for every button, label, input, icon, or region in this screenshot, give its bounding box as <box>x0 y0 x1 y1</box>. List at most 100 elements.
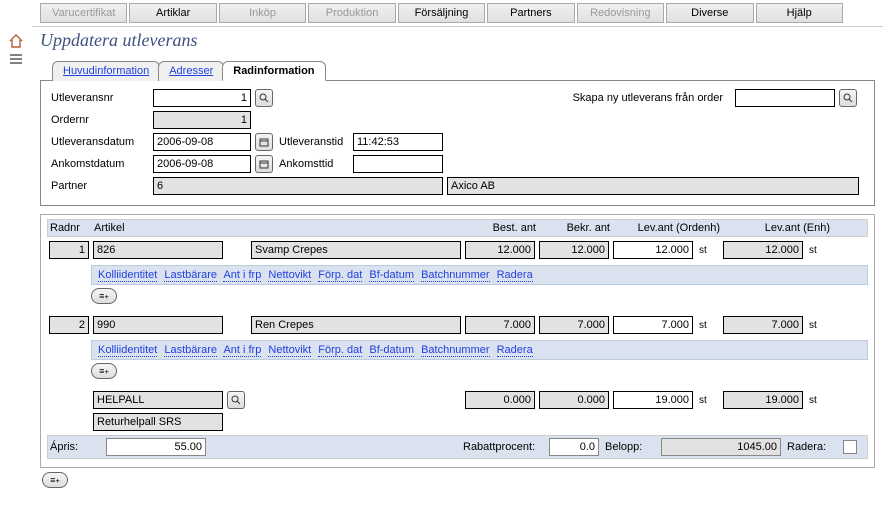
best-ant <box>465 391 535 409</box>
levant-ordenh[interactable] <box>613 391 693 409</box>
col-best-ant: Best. ant <box>466 222 536 234</box>
link-batchnummer[interactable]: Batchnummer <box>421 269 489 282</box>
link-nettovikt[interactable]: Nettovikt <box>268 269 311 282</box>
utleveranstid-label: Utleveranstid <box>279 136 349 148</box>
skapa-lookup-icon[interactable] <box>839 89 857 107</box>
link-radera[interactable]: Radera <box>497 344 533 357</box>
tab-radinformation[interactable]: Radinformation <box>222 61 325 81</box>
link-ant-i-frp[interactable]: Ant i frp <box>223 269 261 282</box>
link-forp-dat[interactable]: Förp. dat <box>318 344 362 357</box>
col-radnr: Radnr <box>50 222 90 234</box>
bekr-ant <box>539 391 609 409</box>
list-icon[interactable] <box>8 52 24 66</box>
utleveransdatum-input[interactable] <box>153 133 251 151</box>
ankomstdatum-label: Ankomstdatum <box>51 158 149 170</box>
tab-artiklar[interactable]: Artiklar <box>129 3 216 23</box>
tab-produktion: Produktion <box>308 3 395 23</box>
expand-row-button[interactable]: ≡+ <box>91 288 117 304</box>
tab-varucertifikat: Varucertifikat <box>40 3 127 23</box>
artikel-id <box>93 391 223 409</box>
sub-links-row: Kolliidentitet Lastbärare Ant i frp Nett… <box>91 265 868 285</box>
belopp-input <box>661 438 781 456</box>
partner-label: Partner <box>51 180 149 192</box>
rabatt-label: Rabattprocent: <box>463 441 543 453</box>
tab-huvudinformation[interactable]: Huvudinformation <box>52 61 160 81</box>
ordernr-input <box>153 111 251 129</box>
tab-hjalp[interactable]: Hjälp <box>756 3 843 23</box>
tab-adresser[interactable]: Adresser <box>158 61 224 81</box>
levant-enh <box>723 241 803 259</box>
levant-enh <box>723 391 803 409</box>
ankomstdatum-input[interactable] <box>153 155 251 173</box>
utleveransnr-lookup-icon[interactable] <box>255 89 273 107</box>
link-nettovikt[interactable]: Nettovikt <box>268 344 311 357</box>
link-forp-dat[interactable]: Förp. dat <box>318 269 362 282</box>
artikel-lookup-icon[interactable] <box>227 391 245 409</box>
ordernr-label: Ordernr <box>51 114 149 126</box>
radnr-value <box>49 316 89 334</box>
table-row <box>47 413 868 435</box>
lines-panel: Radnr Artikel Best. ant Bekr. ant Lev.an… <box>40 214 875 468</box>
utleveransdatum-label: Utleveransdatum <box>51 136 149 148</box>
skapa-order-input[interactable] <box>735 89 835 107</box>
levant-enh <box>723 316 803 334</box>
top-tab-bar: Varucertifikat Artiklar Inköp Produktion… <box>0 0 883 27</box>
unit-label: st <box>807 245 829 256</box>
unit-label: st <box>697 395 719 406</box>
apris-input[interactable] <box>106 438 206 456</box>
link-lastbarare[interactable]: Lastbärare <box>164 269 217 282</box>
footer-row: Ápris: Rabattprocent: Belopp: Radera: <box>47 435 868 459</box>
link-kolliidentitet[interactable]: Kolliidentitet <box>98 269 157 282</box>
artikel-id <box>93 316 223 334</box>
apris-label: Ápris: <box>50 441 100 453</box>
link-kolliidentitet[interactable]: Kolliidentitet <box>98 344 157 357</box>
best-ant <box>465 241 535 259</box>
rabatt-input[interactable] <box>549 438 599 456</box>
col-levant-ordenh: Lev.ant (Ordenh) <box>614 222 720 234</box>
link-radera[interactable]: Radera <box>497 269 533 282</box>
ankomstdatum-calendar-icon[interactable] <box>255 155 273 173</box>
partner-name-input <box>447 177 859 195</box>
unit-label: st <box>697 245 719 256</box>
bekr-ant <box>539 316 609 334</box>
column-headers: Radnr Artikel Best. ant Bekr. ant Lev.an… <box>47 219 868 237</box>
utleveransdatum-calendar-icon[interactable] <box>255 133 273 151</box>
link-lastbarare[interactable]: Lastbärare <box>164 344 217 357</box>
tab-diverse[interactable]: Diverse <box>666 3 753 23</box>
table-row: st st <box>47 312 868 338</box>
link-ant-i-frp[interactable]: Ant i frp <box>223 344 261 357</box>
form-panel: Utleveransnr Skapa ny utleverans från or… <box>40 80 875 206</box>
sidebar <box>0 22 32 512</box>
artikel-id <box>93 241 223 259</box>
link-batchnummer[interactable]: Batchnummer <box>421 344 489 357</box>
radera-checkbox[interactable] <box>843 440 857 454</box>
radera-label: Radera: <box>787 441 837 453</box>
link-bf-datum[interactable]: Bf-datum <box>369 269 414 282</box>
home-icon[interactable] <box>8 34 24 48</box>
unit-label: st <box>697 320 719 331</box>
artikel-name <box>251 241 461 259</box>
belopp-label: Belopp: <box>605 441 655 453</box>
expand-row-button[interactable]: ≡+ <box>91 363 117 379</box>
sub-links-row: Kolliidentitet Lastbärare Ant i frp Nett… <box>91 340 868 360</box>
unit-label: st <box>807 395 829 406</box>
utleveranstid-input[interactable] <box>353 133 443 151</box>
levant-ordenh[interactable] <box>613 316 693 334</box>
table-row: st st <box>47 237 868 263</box>
table-row: st st <box>47 387 868 413</box>
tab-partners[interactable]: Partners <box>487 3 574 23</box>
tab-forsaljning[interactable]: Försäljning <box>398 3 485 23</box>
best-ant <box>465 316 535 334</box>
col-bekr-ant: Bekr. ant <box>540 222 610 234</box>
link-bf-datum[interactable]: Bf-datum <box>369 344 414 357</box>
levant-ordenh[interactable] <box>613 241 693 259</box>
artikel-name <box>251 316 461 334</box>
utleveransnr-input[interactable] <box>153 89 251 107</box>
bekr-ant <box>539 241 609 259</box>
ankomsttid-label: Ankomsttid <box>279 158 349 170</box>
ankomsttid-input[interactable] <box>353 155 443 173</box>
partner-id-input <box>153 177 443 195</box>
artikel-name <box>93 413 223 431</box>
radnr-value <box>49 241 89 259</box>
add-row-button[interactable]: ≡+ <box>42 472 68 488</box>
